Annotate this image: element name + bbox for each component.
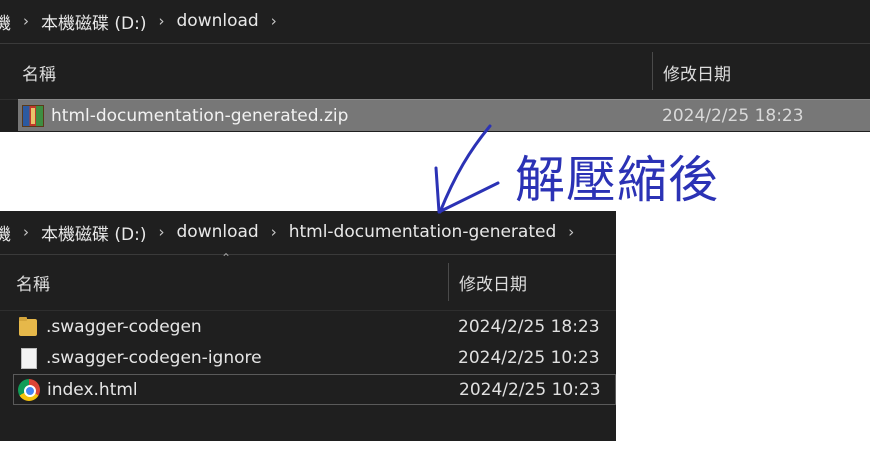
breadcrumb-item-download[interactable]: download: [175, 11, 261, 31]
explorer-window-download: 機 › 本機磁碟 (D:) › download › 名稱 修改日期 html-…: [0, 0, 870, 132]
chevron-right-icon[interactable]: ›: [568, 223, 574, 241]
column-header-date-modified[interactable]: 修改日期: [663, 60, 731, 85]
chevron-right-icon[interactable]: ›: [159, 223, 165, 241]
file-date: 2024/2/25 10:23: [458, 347, 600, 368]
chevron-right-icon[interactable]: ›: [271, 223, 277, 241]
column-header-date-modified[interactable]: 修改日期: [459, 270, 527, 295]
folder-icon: [17, 316, 39, 338]
chevron-right-icon[interactable]: ›: [159, 12, 165, 30]
file-name: index.html: [47, 379, 138, 400]
file-date: 2024/2/25 18:23: [458, 316, 600, 337]
column-header: ⌃ 名稱 修改日期: [0, 251, 616, 311]
file-row-folder[interactable]: .swagger-codegen 2024/2/25 18:23: [13, 311, 616, 342]
annotation-arrowhead-icon: [434, 166, 500, 214]
breadcrumb-item-html-documentation-generated[interactable]: html-documentation-generated: [287, 222, 559, 242]
chrome-icon: [18, 378, 40, 401]
chevron-right-icon[interactable]: ›: [23, 12, 29, 30]
breadcrumb-item-drive-d[interactable]: 本機磁碟 (D:): [39, 9, 149, 34]
column-header-name[interactable]: 名稱: [16, 270, 50, 295]
file-row-zip[interactable]: html-documentation-generated.zip 2024/2/…: [18, 99, 870, 131]
file-row-ignore[interactable]: .swagger-codegen-ignore 2024/2/25 10:23: [13, 342, 616, 373]
chevron-right-icon[interactable]: ›: [23, 223, 29, 241]
annotation-text: 解壓縮後: [515, 151, 719, 209]
breadcrumb-item-drive-d[interactable]: 本機磁碟 (D:): [39, 220, 149, 245]
explorer-window-extracted: 機 › 本機磁碟 (D:) › download › html-document…: [0, 211, 616, 441]
annotation-arrow-icon: [438, 124, 492, 214]
column-divider[interactable]: [448, 263, 449, 301]
file-name: .swagger-codegen: [46, 316, 202, 337]
breadcrumb: 機 › 本機磁碟 (D:) › download ›: [0, 0, 870, 42]
chevron-right-icon[interactable]: ›: [271, 12, 277, 30]
breadcrumb-item-download[interactable]: download: [175, 222, 261, 242]
sort-ascending-icon: ⌃: [221, 251, 232, 265]
file-row-index-html[interactable]: index.html 2024/2/25 10:23: [13, 374, 616, 405]
file-name: .swagger-codegen-ignore: [46, 347, 262, 368]
file-name: html-documentation-generated.zip: [51, 105, 349, 126]
column-header: 名稱 修改日期: [0, 43, 870, 100]
winrar-archive-icon: [22, 104, 44, 127]
column-header-name[interactable]: 名稱: [22, 60, 56, 85]
file-icon: [17, 347, 39, 369]
file-date: 2024/2/25 18:23: [662, 105, 804, 126]
column-divider[interactable]: [652, 52, 653, 90]
file-date: 2024/2/25 10:23: [459, 379, 601, 400]
breadcrumb: 機 › 本機磁碟 (D:) › download › html-document…: [0, 211, 616, 253]
breadcrumb-item-this-pc[interactable]: 機: [0, 9, 13, 34]
breadcrumb-item-this-pc[interactable]: 機: [0, 220, 13, 245]
